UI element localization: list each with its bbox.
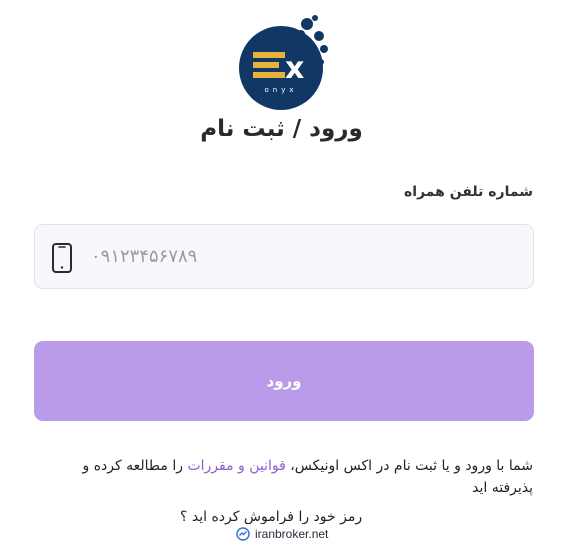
page-title: ورود / ثبت نام [200, 116, 363, 142]
login-page: x onyx ورود / ثبت نام شماره تلفن همراه و… [0, 0, 563, 545]
phone-number-input[interactable] [91, 225, 511, 288]
chart-check-icon [236, 527, 250, 541]
phone-input-container[interactable] [34, 224, 534, 289]
ex-onyx-logo: x onyx [239, 15, 328, 110]
terms-link[interactable]: قوانین و مقررات [187, 458, 285, 474]
terms-prefix: شما با ورود و یا ثبت نام در اکس اونیکس، [285, 458, 533, 474]
phone-field-label: شماره تلفن همراه [404, 184, 533, 200]
logo-subtext: onyx [264, 86, 297, 94]
forgot-password-link[interactable]: رمز خود را فراموش کرده اید ؟ [180, 509, 362, 525]
logo-x-letter: x [285, 51, 304, 86]
mobile-phone-icon [52, 243, 72, 273]
watermark-text: iranbroker.net [255, 527, 329, 541]
login-button[interactable]: ورود [34, 341, 534, 421]
watermark: iranbroker.net [232, 524, 333, 544]
terms-text: شما با ورود و یا ثبت نام در اکس اونیکس، … [44, 455, 533, 499]
